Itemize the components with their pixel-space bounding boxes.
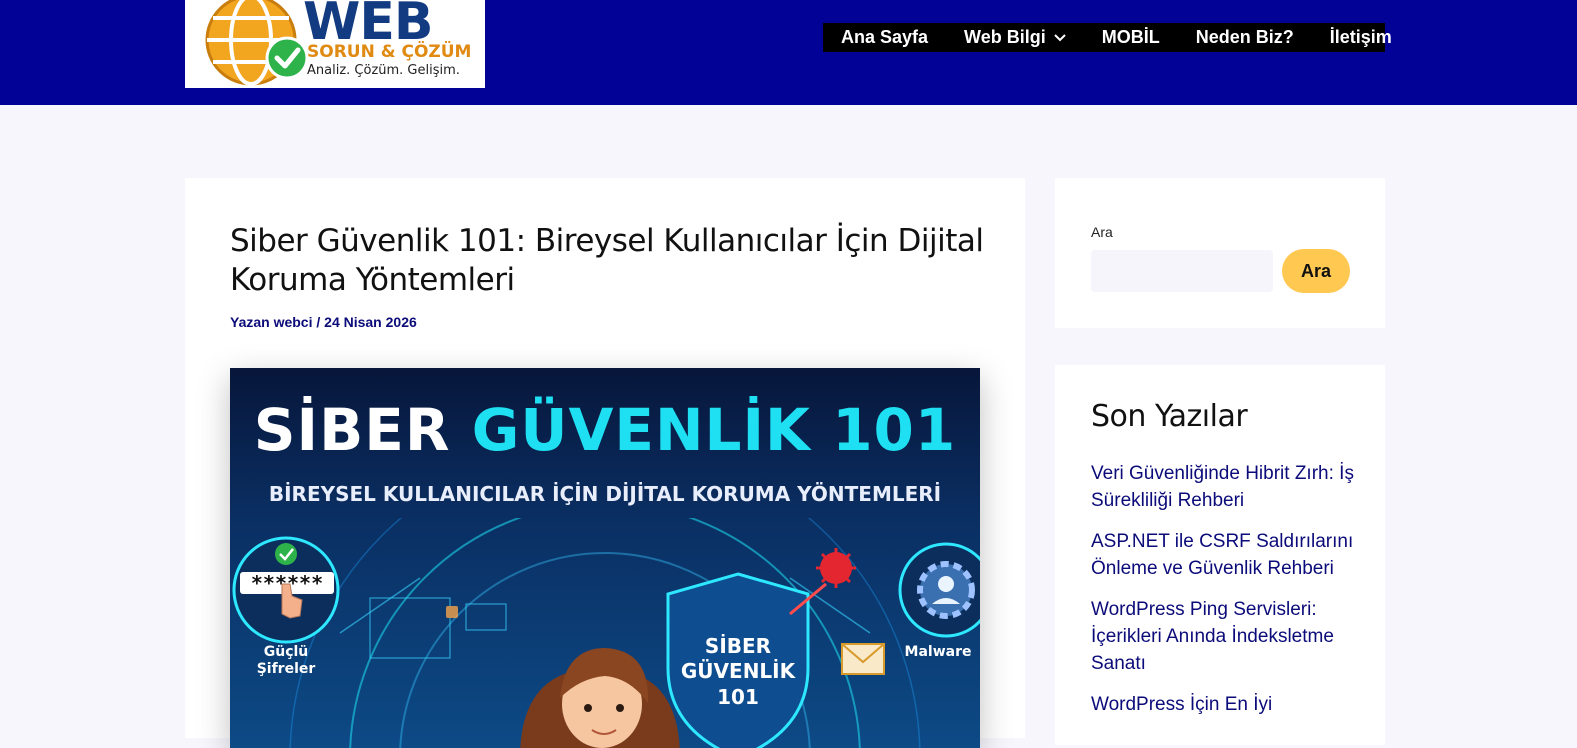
nav-item-label: İletişim: [1329, 27, 1392, 47]
virus-icon: [789, 548, 856, 616]
lock-panel-icon: [369, 597, 507, 659]
article-card: Siber Güvenlik 101: Bireysel Kullanıcıla…: [185, 178, 1025, 748]
left-caption-line2: Şifreler: [257, 661, 316, 677]
search-label: Ara: [1091, 224, 1113, 240]
nav-item-label: Web Bilgi: [964, 27, 1046, 47]
nav-item-mobil[interactable]: MOBİL: [1084, 27, 1178, 48]
recent-posts-title: Son Yazılar: [1091, 399, 1248, 434]
password-icon: ******: [232, 536, 340, 644]
hero-subheading: BİREYSEL KULLANICILAR İÇİN DİJİTAL KORUM…: [268, 482, 942, 506]
logo-subtitle: SORUN & ÇÖZÜM: [307, 42, 472, 62]
shield-line3: 101: [717, 685, 759, 709]
post-title: Siber Güvenlik 101: Bireysel Kullanıcıla…: [230, 223, 984, 298]
hero-heading: SİBER GÜVENLİK 101: [230, 396, 980, 464]
recent-posts-widget: Son Yazılar Veri Güvenliğinde Hibrit Zır…: [1055, 365, 1385, 745]
site-header: WEB SORUN & ÇÖZÜM Analiz. Çözüm. Gelişim…: [0, 0, 1577, 105]
shield-line2: GÜVENLİK: [681, 659, 797, 683]
nav-item-neden-biz[interactable]: Neden Biz?: [1178, 27, 1312, 48]
main-navigation: Ana Sayfa Web Bilgi MOBİL Neden Biz? İle…: [823, 23, 1392, 52]
site-logo[interactable]: WEB SORUN & ÇÖZÜM Analiz. Çözüm. Gelişim…: [185, 0, 485, 88]
nav-item-label: Ana Sayfa: [841, 27, 929, 47]
recent-post-link[interactable]: ASP.NET ile CSRF Saldırılarını Önleme ve…: [1091, 528, 1361, 582]
logo-tagline: Analiz. Çözüm. Gelişim.: [307, 63, 460, 78]
search-input[interactable]: [1091, 250, 1273, 292]
right-caption: Malware: [905, 644, 972, 660]
gear-user-icon: [898, 542, 980, 638]
nav-item-web-bilgi[interactable]: Web Bilgi: [946, 27, 1084, 48]
recent-posts-list: Veri Güvenliğinde Hibrit Zırh: İş Sürekl…: [1091, 460, 1361, 732]
hero-illustration: ****** Güçlü Şifreler SİBER GÜVENLİK 101…: [232, 518, 980, 748]
globe-check-logo-icon: [205, 0, 309, 86]
featured-image[interactable]: SİBER GÜVENLİK 101 BİREYSEL KULLANICILAR…: [230, 368, 980, 748]
post-meta[interactable]: Yazan webci / 24 Nisan 2026: [230, 314, 417, 330]
email-icon: [841, 643, 885, 675]
recent-post-link[interactable]: WordPress İçin En İyi: [1091, 691, 1361, 718]
nav-item-label: Neden Biz?: [1195, 27, 1294, 47]
shield-line1: SİBER: [705, 634, 771, 658]
search-button[interactable]: Ara: [1282, 249, 1350, 293]
recent-post-link[interactable]: Veri Güvenliğinde Hibrit Zırh: İş Sürekl…: [1091, 460, 1361, 514]
nav-item-iletisim[interactable]: İletişim: [1312, 27, 1410, 48]
hero-heading-white: SİBER: [253, 396, 472, 464]
chevron-down-icon[interactable]: [1054, 33, 1066, 42]
search-widget: Ara Ara: [1055, 178, 1385, 328]
hero-heading-cyan: GÜVENLİK 101: [471, 396, 957, 464]
girl-avatar: [520, 648, 680, 748]
left-caption-line1: Güçlü: [264, 644, 309, 660]
nav-item-ana-sayfa[interactable]: Ana Sayfa: [823, 27, 946, 48]
nav-item-label: MOBİL: [1101, 27, 1160, 47]
recent-post-link[interactable]: WordPress Ping Servisleri: İçerikleri An…: [1091, 596, 1361, 677]
